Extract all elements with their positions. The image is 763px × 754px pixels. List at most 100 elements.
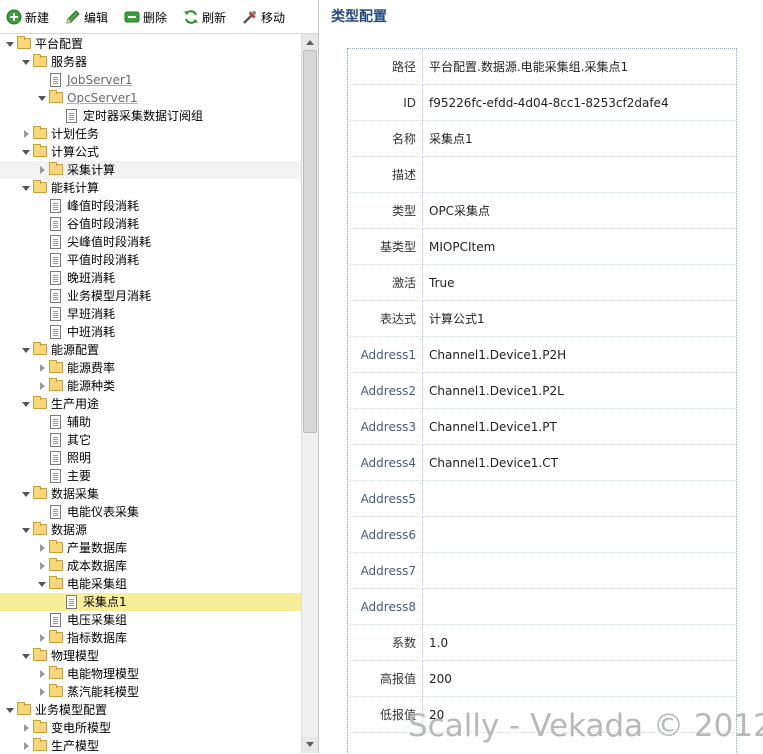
expanded-arrow-icon[interactable]	[38, 582, 46, 587]
new-button[interactable]: 新建	[6, 9, 49, 27]
tree-node-label[interactable]: 产量数据库	[67, 539, 127, 557]
tree-node-label[interactable]: 平值时段消耗	[67, 251, 139, 269]
tree-node[interactable]: 服务器	[0, 53, 301, 71]
tree-node-label[interactable]: 中班消耗	[67, 323, 115, 341]
delete-button[interactable]: 删除	[124, 9, 167, 27]
tree-node-label[interactable]: 辅助	[67, 413, 91, 431]
tree-node[interactable]: 采集点1	[0, 593, 301, 611]
property-value[interactable]	[423, 553, 736, 589]
tree-node[interactable]: 定时器采集数据订阅组	[0, 107, 301, 125]
expanded-arrow-icon[interactable]	[6, 42, 14, 47]
tree-node-label[interactable]: 电能采集组	[67, 575, 127, 593]
tree-node[interactable]: JobServer1	[0, 71, 301, 89]
tree-scrollbar[interactable]	[301, 34, 318, 753]
collapsed-arrow-icon[interactable]	[40, 382, 45, 390]
collapsed-arrow-icon[interactable]	[40, 562, 45, 570]
expanded-arrow-icon[interactable]	[22, 348, 30, 353]
tree-node[interactable]: 业务模型月消耗	[0, 287, 301, 305]
tree-node-label[interactable]: 服务器	[51, 53, 87, 71]
tree-node-label[interactable]: OpcServer1	[67, 89, 138, 107]
property-value[interactable]: MIOPCItem	[423, 229, 736, 265]
tree-node-label[interactable]: 生产模型	[51, 737, 99, 753]
tree-node[interactable]: 产量数据库	[0, 539, 301, 557]
tree-node-label[interactable]: 电能物理模型	[67, 665, 139, 683]
refresh-button[interactable]: 刷新	[183, 9, 226, 27]
tree-node-label[interactable]: 电能仪表采集	[67, 503, 139, 521]
tree-node-label[interactable]: 生产用途	[51, 395, 99, 413]
tree-node-label[interactable]: 晚班消耗	[67, 269, 115, 287]
expanded-arrow-icon[interactable]	[22, 654, 30, 659]
tree-node[interactable]: 采集计算	[0, 161, 301, 179]
property-value[interactable]: 200	[423, 661, 736, 697]
tree-node[interactable]: 能源种类	[0, 377, 301, 395]
tree-node-label[interactable]: 蒸汽能耗模型	[67, 683, 139, 701]
tree-node-label[interactable]: 尖峰值时段消耗	[67, 233, 151, 251]
tree-node-label[interactable]: 峰值时段消耗	[67, 197, 139, 215]
tree-node-label[interactable]: 计划任务	[51, 125, 99, 143]
tree-node-label[interactable]: 能源费率	[67, 359, 115, 377]
collapsed-arrow-icon[interactable]	[40, 166, 45, 174]
property-value[interactable]	[423, 481, 736, 517]
property-value[interactable]	[423, 157, 736, 193]
property-value[interactable]: Channel1.Device1.PT	[423, 409, 736, 445]
tree-node[interactable]: 电能采集组	[0, 575, 301, 593]
tree-node[interactable]: 能源配置	[0, 341, 301, 359]
tree-node[interactable]: 晚班消耗	[0, 269, 301, 287]
tree-node-label[interactable]: 定时器采集数据订阅组	[83, 107, 203, 125]
property-value[interactable]: Channel1.Device1.P2L	[423, 373, 736, 409]
expanded-arrow-icon[interactable]	[22, 150, 30, 155]
expanded-arrow-icon[interactable]	[38, 96, 46, 101]
tree-node[interactable]: 平值时段消耗	[0, 251, 301, 269]
tree-node-label[interactable]: 早班消耗	[67, 305, 115, 323]
tree-node-label[interactable]: 数据采集	[51, 485, 99, 503]
tree-node[interactable]: 平台配置	[0, 35, 301, 53]
collapsed-arrow-icon[interactable]	[40, 670, 45, 678]
tree-node[interactable]: 电能物理模型	[0, 665, 301, 683]
tree-node[interactable]: 主要	[0, 467, 301, 485]
property-value[interactable]: OPC采集点	[423, 193, 736, 229]
tree-node-label[interactable]: 采集点1	[83, 593, 127, 611]
tree-node-label[interactable]: 成本数据库	[67, 557, 127, 575]
tree-node-label[interactable]: 平台配置	[35, 35, 83, 53]
tree-node-label[interactable]: 谷值时段消耗	[67, 215, 139, 233]
tree-node-label[interactable]: 电压采集组	[67, 611, 127, 629]
tree-node-label[interactable]: 照明	[67, 449, 91, 467]
collapsed-arrow-icon[interactable]	[24, 724, 29, 732]
property-value[interactable]: Channel1.Device1.CT	[423, 445, 736, 481]
tree-node-label[interactable]: JobServer1	[67, 71, 132, 89]
tree-node[interactable]: 数据源	[0, 521, 301, 539]
tree-node-label[interactable]: 变电所模型	[51, 719, 111, 737]
property-value[interactable]	[423, 589, 736, 625]
tree-node-label[interactable]: 其它	[67, 431, 91, 449]
property-value[interactable]: True	[423, 265, 736, 301]
tree-node[interactable]: 计算公式	[0, 143, 301, 161]
tree-node[interactable]: 蒸汽能耗模型	[0, 683, 301, 701]
tree-node[interactable]: 业务模型配置	[0, 701, 301, 719]
edit-button[interactable]: 编辑	[65, 9, 108, 27]
property-value[interactable]: 计算公式1	[423, 301, 736, 337]
tree-node[interactable]: 其它	[0, 431, 301, 449]
tree-node[interactable]: 峰值时段消耗	[0, 197, 301, 215]
collapsed-arrow-icon[interactable]	[40, 634, 45, 642]
tree-node[interactable]: 电能仪表采集	[0, 503, 301, 521]
tree-node-label[interactable]: 指标数据库	[67, 629, 127, 647]
property-value[interactable]	[423, 517, 736, 553]
tree-node[interactable]: 物理模型	[0, 647, 301, 665]
scroll-down-arrow-icon[interactable]	[302, 737, 318, 753]
scroll-thumb[interactable]	[303, 50, 317, 433]
tree-node[interactable]: 能源费率	[0, 359, 301, 377]
expanded-arrow-icon[interactable]	[22, 186, 30, 191]
tree-node-label[interactable]: 数据源	[51, 521, 87, 539]
tree-node[interactable]: OpcServer1	[0, 89, 301, 107]
expanded-arrow-icon[interactable]	[22, 60, 30, 65]
tree-node[interactable]: 指标数据库	[0, 629, 301, 647]
property-value[interactable]: 平台配置.数据源.电能采集组.采集点1	[423, 49, 736, 85]
tree-node[interactable]: 数据采集	[0, 485, 301, 503]
expanded-arrow-icon[interactable]	[22, 528, 30, 533]
collapsed-arrow-icon[interactable]	[40, 544, 45, 552]
tree-node[interactable]: 生产用途	[0, 395, 301, 413]
property-value[interactable]: f95226fc-efdd-4d04-8cc1-8253cf2dafe4	[423, 85, 736, 121]
tree-node-label[interactable]: 业务模型月消耗	[67, 287, 151, 305]
tree-node[interactable]: 早班消耗	[0, 305, 301, 323]
scroll-up-arrow-icon[interactable]	[302, 34, 318, 50]
